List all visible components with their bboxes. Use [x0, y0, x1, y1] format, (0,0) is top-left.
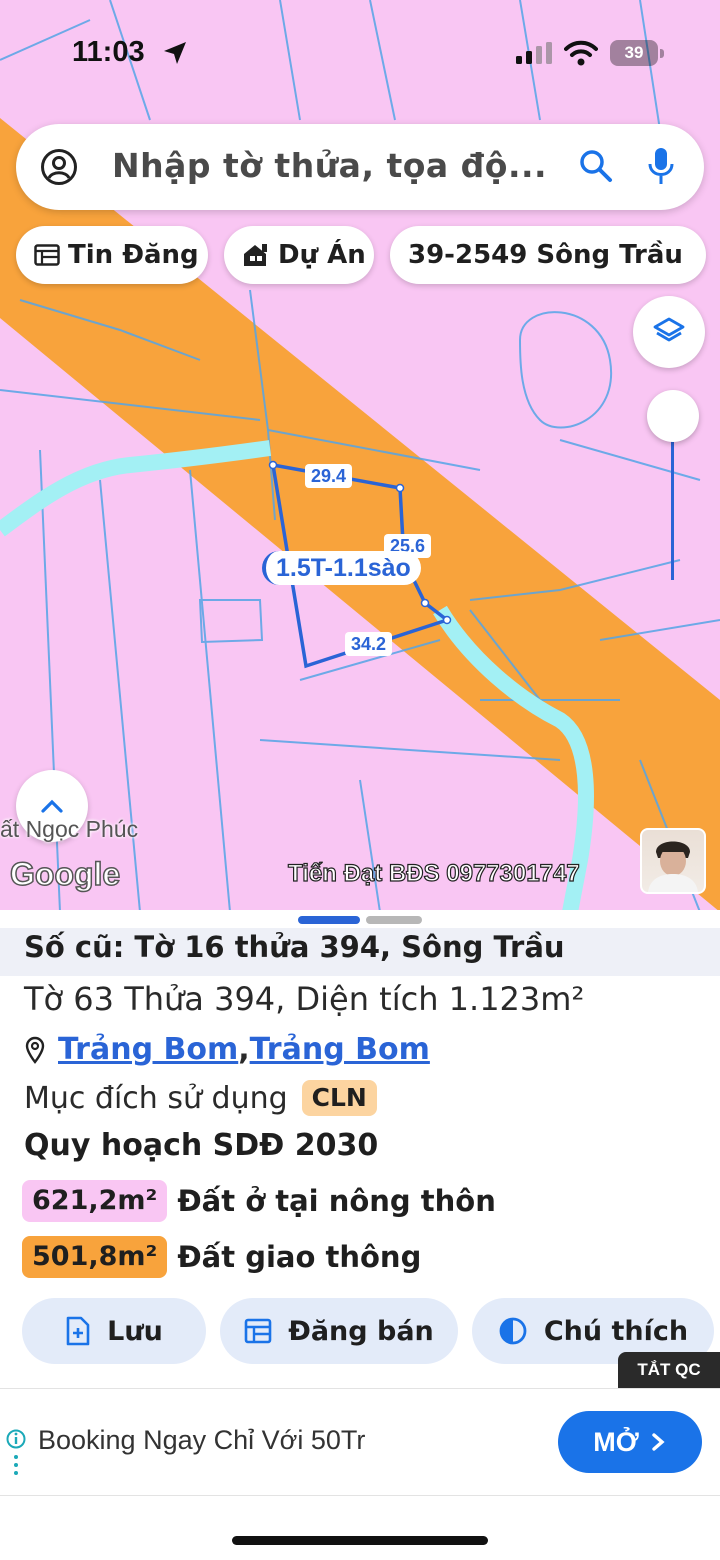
- zone-name: Đất ở tại nông thôn: [177, 1184, 496, 1218]
- zone-name: Đất giao thông: [177, 1240, 422, 1274]
- parcel-info-sheet: Số cũ: Tờ 16 thửa 394, Sông Trầu Tờ 63 T…: [0, 910, 720, 1560]
- close-ad-button[interactable]: TẮT QC: [618, 1352, 720, 1388]
- zone-area-badge: 501,8m²: [22, 1236, 168, 1278]
- wifi-icon: [564, 40, 598, 66]
- planning-title: Quy hoạch SDĐ 2030: [24, 1128, 379, 1163]
- opacity-slider-track[interactable]: [671, 420, 674, 580]
- cellular-signal-icon: [516, 42, 552, 64]
- chevron-up-icon: [41, 799, 63, 813]
- location-arrow-icon: [164, 42, 186, 64]
- battery-indicator: 39: [610, 40, 658, 66]
- listing-icon: [34, 244, 60, 266]
- ad-banner[interactable]: Booking Ngay Chỉ Với 50Tr MỞ: [0, 1388, 720, 1496]
- chip-area-filter-label: 39-2549 Sông Trầu: [408, 240, 683, 270]
- ad-info-icon[interactable]: [6, 1429, 26, 1479]
- opacity-slider-handle[interactable]: [647, 390, 699, 442]
- status-bar: 11:03 39: [0, 30, 720, 76]
- land-use-badge: CLN: [301, 1080, 377, 1116]
- listing-icon: [244, 1318, 272, 1344]
- land-use-row: Mục đích sử dụng CLN: [24, 1080, 377, 1116]
- layers-button[interactable]: [633, 296, 705, 368]
- save-button-label: Lưu: [107, 1315, 163, 1347]
- google-logo: Google: [9, 855, 121, 893]
- parcel-area-label[interactable]: 1.5T-1.1sào: [262, 551, 421, 585]
- old-parcel-row: Số cũ: Tờ 16 thửa 394, Sông Trầu: [0, 928, 720, 976]
- district-link[interactable]: Trảng Bom: [250, 1032, 430, 1067]
- search-input[interactable]: Nhập tờ thửa, tọa độ...: [112, 146, 547, 185]
- battery-cap: [660, 49, 664, 58]
- segment-length-top: 29.4: [305, 464, 353, 488]
- post-for-sale-button[interactable]: Đăng bán: [220, 1298, 458, 1364]
- sheet-page-indicator-active[interactable]: [298, 916, 360, 924]
- zone-row-transport: 501,8m² Đất giao thông: [22, 1236, 421, 1278]
- address-row: Trảng Bom , Trảng Bom: [24, 1032, 430, 1067]
- add-document-icon: [66, 1316, 90, 1346]
- ad-text[interactable]: Booking Ngay Chỉ Với 50Tr: [38, 1425, 365, 1456]
- save-button[interactable]: Lưu: [22, 1298, 206, 1364]
- ad-open-label: MỞ: [593, 1426, 639, 1457]
- land-use-label: Mục đích sử dụng: [24, 1080, 288, 1116]
- old-parcel-text: Số cũ: Tờ 16 thửa 394, Sông Trầu: [24, 930, 565, 964]
- chip-listings-label: Tin Đăng: [68, 240, 199, 270]
- account-icon[interactable]: [40, 148, 78, 186]
- segment-length-bottom: 34.2: [345, 632, 393, 656]
- map-view[interactable]: 29.4 25.6 34.2 1.5T-1.1sào 11:03 39 Nhập…: [0, 0, 720, 912]
- microphone-icon[interactable]: [646, 146, 676, 186]
- post-button-label: Đăng bán: [288, 1315, 434, 1347]
- chip-listings[interactable]: Tin Đăng: [16, 226, 208, 284]
- owner-watermark: Tiến Đạt BĐS 0977301747: [287, 859, 580, 887]
- home-indicator[interactable]: [232, 1536, 488, 1545]
- search-bar[interactable]: Nhập tờ thửa, tọa độ...: [16, 124, 704, 210]
- parcel-info: Tờ 63 Thửa 394, Diện tích 1.123m²: [24, 980, 585, 1018]
- map-place-label: ất Ngọc Phúc: [0, 816, 139, 842]
- owner-avatar[interactable]: [640, 828, 706, 894]
- search-icon[interactable]: [578, 148, 614, 184]
- chip-projects-label: Dự Án: [278, 240, 366, 270]
- zone-row-residential: 621,2m² Đất ở tại nông thôn: [22, 1180, 496, 1222]
- legend-button-label: Chú thích: [543, 1315, 689, 1347]
- contrast-icon: [499, 1317, 527, 1345]
- person-photo: [648, 841, 698, 892]
- address-separator: ,: [238, 1032, 250, 1067]
- layers-icon: [653, 317, 685, 342]
- sheet-page-indicator[interactable]: [366, 916, 422, 924]
- chevron-right-icon: [652, 1433, 665, 1451]
- location-pin-icon: [25, 1036, 45, 1064]
- zone-area-badge: 621,2m²: [22, 1180, 168, 1222]
- chip-projects[interactable]: Dự Án: [224, 226, 374, 284]
- project-icon: [244, 244, 267, 266]
- ad-open-button[interactable]: MỞ: [558, 1411, 702, 1473]
- ward-link[interactable]: Trảng Bom: [58, 1032, 238, 1067]
- chip-area-filter[interactable]: 39-2549 Sông Trầu: [390, 226, 706, 284]
- clock: 11:03: [72, 36, 145, 68]
